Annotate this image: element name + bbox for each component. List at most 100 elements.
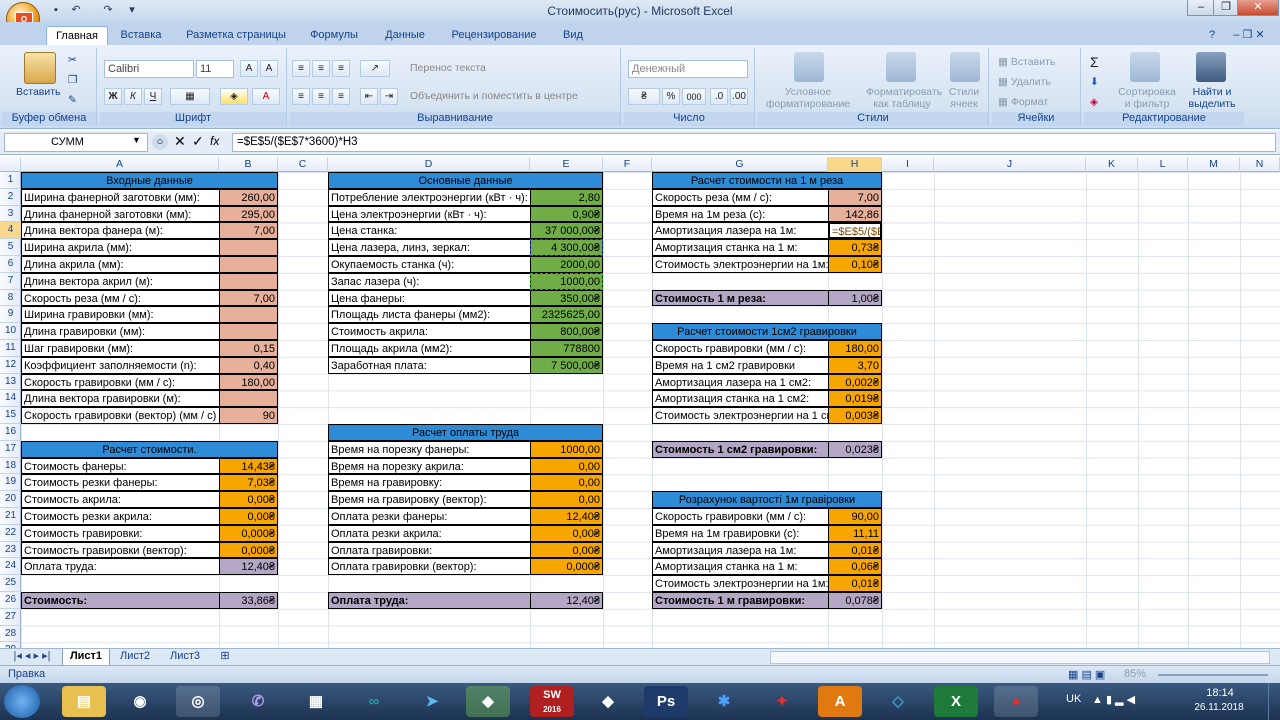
row-header[interactable]: 17 bbox=[0, 441, 21, 458]
row-label[interactable]: Скорость гравировки (вектор) (мм / с) bbox=[21, 407, 219, 424]
total-value[interactable]: 12,40₴ bbox=[530, 592, 603, 609]
horizontal-scrollbar[interactable] bbox=[770, 651, 1270, 664]
row-label[interactable]: Скорость реза (мм / с): bbox=[652, 188, 828, 206]
column-header-j[interactable]: J bbox=[934, 157, 1086, 172]
row-label[interactable]: Скорость гравировки (мм / с): bbox=[652, 340, 828, 357]
row-header[interactable]: 18 bbox=[0, 458, 21, 475]
column-header-e[interactable]: E bbox=[530, 157, 603, 172]
row-label[interactable]: Длина вектора гравировки (м): bbox=[21, 390, 219, 408]
align-right-icon[interactable]: ≡ bbox=[332, 88, 350, 105]
column-header-c[interactable]: C bbox=[278, 157, 328, 172]
row-value[interactable]: 0,00 bbox=[530, 474, 603, 492]
formula-input[interactable]: =$E$5/($E$7*3600)*H3 bbox=[232, 133, 1276, 152]
row-label[interactable]: Стоимость электроэнергии на 1 см bbox=[652, 407, 828, 424]
row-label[interactable]: Стоимость акрила: bbox=[21, 491, 219, 508]
row-header[interactable]: 24 bbox=[0, 558, 21, 576]
cell-styles-button[interactable]: Стили ячеек bbox=[942, 86, 986, 110]
column-header-m[interactable]: M bbox=[1188, 157, 1240, 172]
sort-filter-button[interactable]: Сортировка и фильтр bbox=[1114, 86, 1180, 110]
column-header-f[interactable]: F bbox=[603, 157, 652, 172]
row-label[interactable]: Длина вектора акрил (м): bbox=[21, 272, 219, 290]
tab-data[interactable]: Данные bbox=[374, 26, 436, 46]
viber-icon[interactable]: ✆ bbox=[236, 686, 280, 717]
row-value[interactable]: 0,000₴ bbox=[530, 558, 603, 576]
language-indicator[interactable]: UK bbox=[1066, 693, 1081, 705]
row-label[interactable]: Стоимость акрила: bbox=[328, 323, 530, 340]
row-header[interactable]: 11 bbox=[0, 340, 21, 357]
row-header[interactable]: 21 bbox=[0, 508, 21, 525]
total-value[interactable]: 1,00₴ bbox=[828, 289, 882, 307]
row-label[interactable]: Время на 1м реза (с): bbox=[652, 205, 828, 223]
column-header-h[interactable]: H bbox=[828, 157, 882, 172]
row-value[interactable] bbox=[219, 390, 278, 408]
row-value[interactable] bbox=[219, 239, 278, 256]
row-label[interactable]: Скорость реза (мм / с): bbox=[21, 289, 219, 307]
row-label[interactable]: Длина вектора фанера (м): bbox=[21, 222, 219, 240]
format-table-icon[interactable] bbox=[886, 52, 916, 82]
row-value[interactable] bbox=[219, 323, 278, 340]
row-value[interactable]: 0,40 bbox=[219, 356, 278, 374]
photoshop-icon[interactable]: Ps bbox=[644, 686, 688, 717]
row-header[interactable]: 23 bbox=[0, 542, 21, 559]
row-value[interactable]: 14,43₴ bbox=[219, 457, 278, 475]
row-label[interactable]: Ширина акрила (мм): bbox=[21, 239, 219, 256]
row-value[interactable]: 4 300,00₴ bbox=[530, 239, 603, 256]
row-label[interactable]: Цена электроэнергии (кВт · ч): bbox=[328, 205, 530, 223]
row-value[interactable]: 1000,00 bbox=[530, 272, 603, 290]
row-label[interactable]: Заработная плата: bbox=[328, 356, 530, 374]
row-label[interactable]: Амортизация лазера на 1м: bbox=[652, 541, 828, 559]
copy-icon[interactable]: ❐ bbox=[68, 74, 77, 86]
row-header[interactable]: 26 bbox=[0, 592, 21, 609]
row-label[interactable]: Время на гравировку: bbox=[328, 474, 530, 492]
row-label[interactable]: Ширина гравировки (мм): bbox=[21, 306, 219, 324]
row-value[interactable]: 778800 bbox=[530, 340, 603, 357]
row-value[interactable]: 7,00 bbox=[219, 289, 278, 307]
row-label[interactable]: Цена фанеры: bbox=[328, 289, 530, 307]
row-label[interactable]: Оплата резки фанеры: bbox=[328, 508, 530, 525]
column-header-a[interactable]: A bbox=[21, 157, 219, 172]
number-format-box[interactable]: Денежный bbox=[628, 60, 748, 78]
row-header[interactable]: 9 bbox=[0, 306, 21, 324]
block-labor-header[interactable]: Расчет оплаты труда bbox=[328, 424, 603, 441]
sheet-tab-1[interactable]: Лист1 bbox=[62, 649, 110, 666]
decrease-decimal-icon[interactable]: .00 bbox=[730, 88, 748, 105]
row-header[interactable]: 28 bbox=[0, 626, 21, 643]
row-value[interactable]: 180,00 bbox=[219, 373, 278, 391]
row-value[interactable]: 2325625,00 bbox=[530, 306, 603, 324]
row-header[interactable]: 12 bbox=[0, 357, 21, 374]
row-header[interactable]: 13 bbox=[0, 374, 21, 391]
row-value[interactable]: 0,000₴ bbox=[219, 524, 278, 542]
row-label[interactable]: Шаг гравировки (мм): bbox=[21, 340, 219, 357]
row-value[interactable]: 0,01₴ bbox=[828, 541, 882, 559]
row-value[interactable]: 0,90₴ bbox=[530, 205, 603, 223]
row-label[interactable]: Длина фанерной заготовки (мм): bbox=[21, 205, 219, 223]
conditional-format-button[interactable]: Условное форматирование bbox=[762, 86, 854, 110]
column-header-g[interactable]: G bbox=[652, 157, 828, 172]
row-header[interactable]: 10 bbox=[0, 323, 21, 340]
row-label[interactable]: Скорость гравировки (мм / с): bbox=[652, 508, 828, 525]
row-header[interactable]: 3 bbox=[0, 206, 21, 223]
row-label[interactable]: Запас лазера (ч): bbox=[328, 272, 530, 290]
app-icon-a[interactable]: A bbox=[818, 686, 862, 717]
font-size-box[interactable]: 11 bbox=[196, 60, 234, 78]
row-label[interactable]: Потребление электроэнергии (кВт · ч): bbox=[328, 188, 530, 206]
row-label[interactable]: Амортизация станка на 1 м: bbox=[652, 558, 828, 576]
row-value[interactable]: 0,00₴ bbox=[219, 508, 278, 525]
orientation-icon[interactable]: ↗ bbox=[360, 60, 390, 77]
row-value[interactable]: 12,40₴ bbox=[219, 558, 278, 576]
row-label[interactable]: Площадь листа фанеры (мм2): bbox=[328, 306, 530, 324]
row-label[interactable]: Длина гравировки (мм): bbox=[21, 323, 219, 340]
paste-button[interactable]: Вставить bbox=[16, 86, 61, 98]
row-header[interactable]: 4 bbox=[0, 222, 21, 240]
help-icon[interactable]: ? bbox=[1202, 26, 1222, 46]
row-value[interactable]: 0,002₴ bbox=[828, 373, 882, 391]
confirm-entry-icon[interactable]: ✓ bbox=[192, 133, 204, 150]
decrease-indent-icon[interactable]: ⇤ bbox=[360, 88, 378, 105]
cell-styles-icon[interactable] bbox=[950, 52, 980, 82]
row-label[interactable]: Оплата резки акрила: bbox=[328, 524, 530, 542]
block-main-header[interactable]: Основные данные bbox=[328, 172, 603, 189]
row-header[interactable]: 25 bbox=[0, 575, 21, 592]
total-label[interactable]: Стоимость 1 м гравировки: bbox=[652, 592, 828, 609]
row-label[interactable]: Оплата гравировки: bbox=[328, 541, 530, 559]
row-header[interactable]: 14 bbox=[0, 390, 21, 408]
